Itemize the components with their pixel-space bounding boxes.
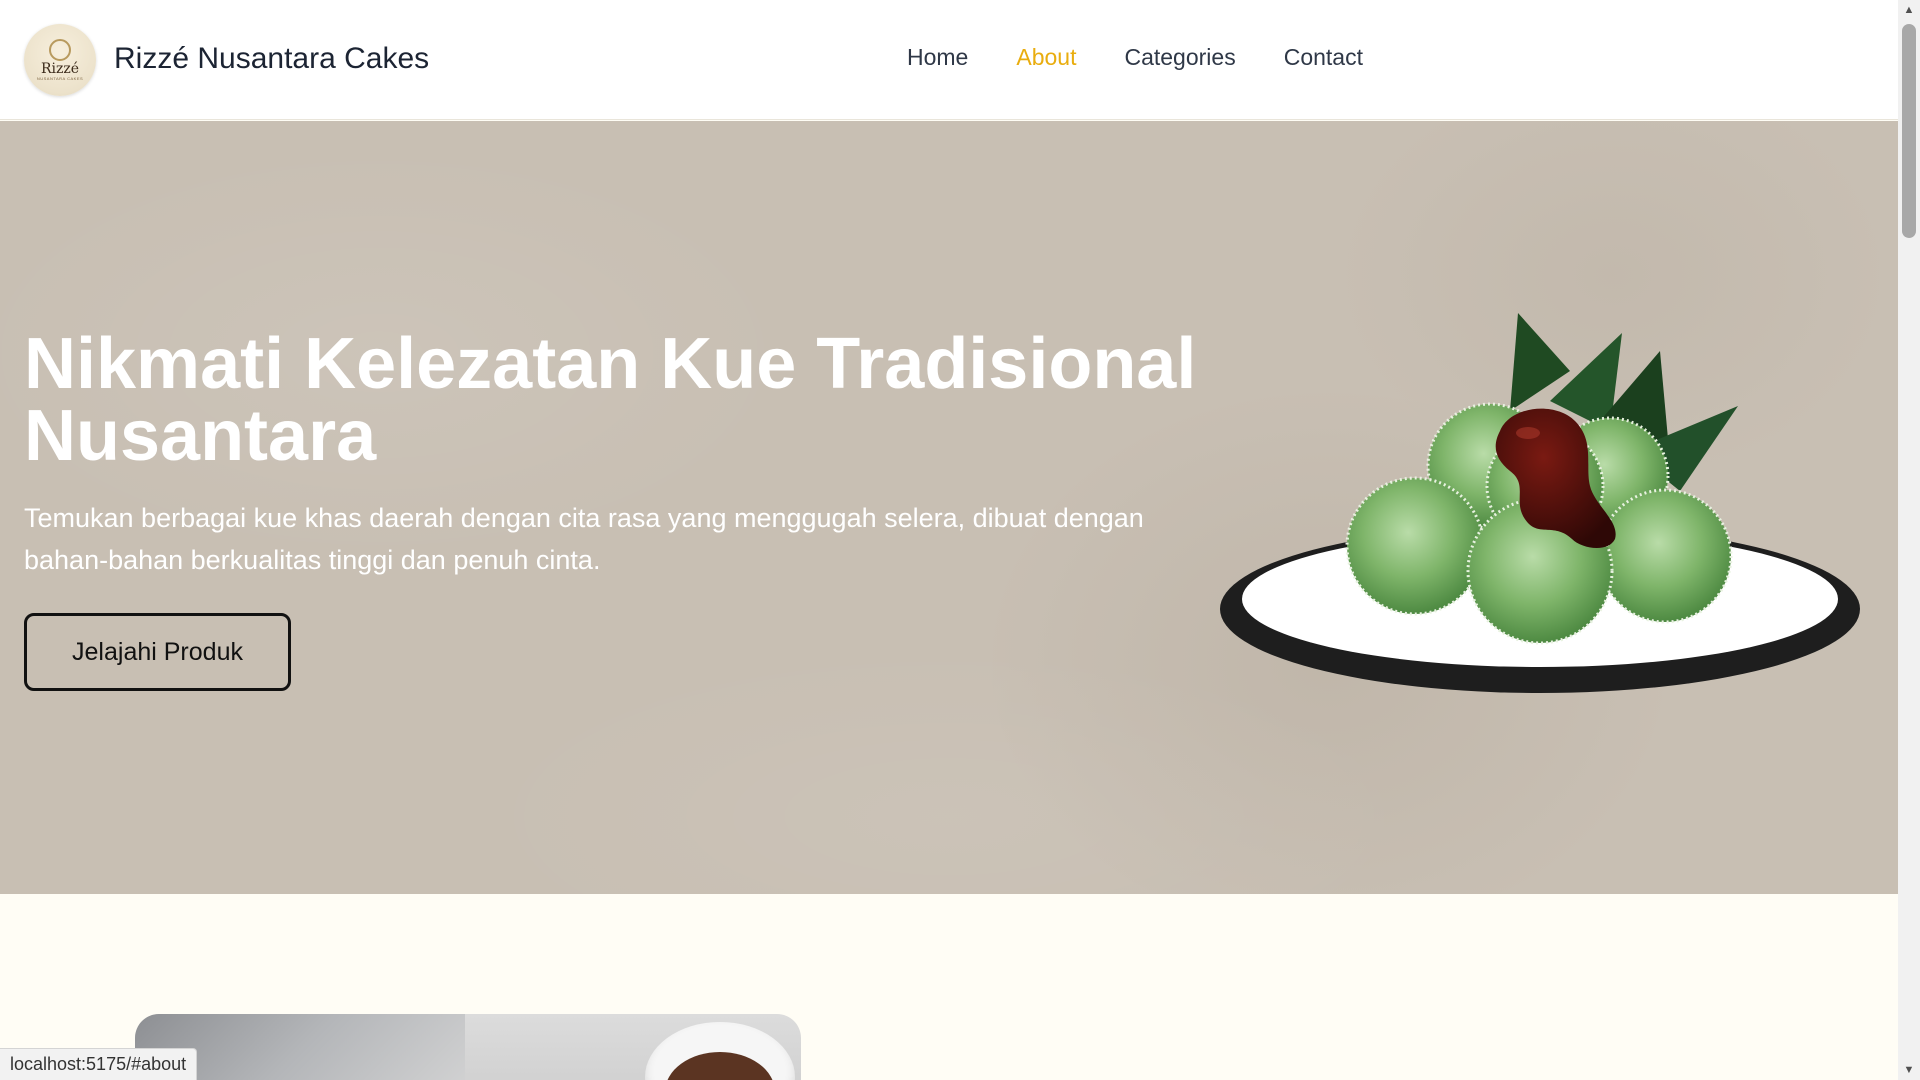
hero-subtitle: Temukan berbagai kue khas daerah dengan …: [24, 503, 1144, 575]
about-photo: [135, 1014, 801, 1080]
main-nav: Home About Categories Contact: [907, 44, 1411, 71]
nav-about[interactable]: About: [1016, 44, 1076, 71]
logo-emblem-icon: [49, 38, 71, 61]
link-status-bar: localhost:5175/#about: [0, 1048, 198, 1080]
scroll-up-icon[interactable]: ▲: [1898, 0, 1920, 20]
scrollbar-thumb[interactable]: [1902, 24, 1916, 238]
scroll-down-icon[interactable]: ▼: [1898, 1060, 1920, 1080]
nav-home[interactable]: Home: [907, 44, 968, 71]
brand-name[interactable]: Rizzé Nusantara Cakes: [114, 42, 429, 76]
nav-contact[interactable]: Contact: [1284, 44, 1363, 71]
klepon-ball: [1597, 488, 1733, 624]
nav-categories[interactable]: Categories: [1124, 44, 1235, 71]
brand-logo[interactable]: Rizzé NUSANTARA CAKES: [24, 24, 96, 96]
hero-title: Nikmati Kelezatan Kue Tradisional Nusant…: [24, 324, 1197, 476]
site-header: Rizzé NUSANTARA CAKES Rizzé Nusantara Ca…: [0, 0, 1898, 120]
explore-products-button[interactable]: Jelajahi Produk: [24, 613, 291, 691]
logo-subtext: NUSANTARA CAKES: [36, 75, 84, 81]
klepon-ball: [1345, 476, 1485, 616]
klepon-cake-illustration: [1220, 313, 1860, 693]
about-section: [0, 894, 1898, 1080]
syrup-highlight: [1516, 427, 1540, 439]
hero-section: Nikmati Kelezatan Kue Tradisional Nusant…: [0, 121, 1898, 894]
logo-text: Rizzé: [40, 60, 80, 77]
page-scrollbar[interactable]: ▲ ▼: [1898, 0, 1920, 1080]
